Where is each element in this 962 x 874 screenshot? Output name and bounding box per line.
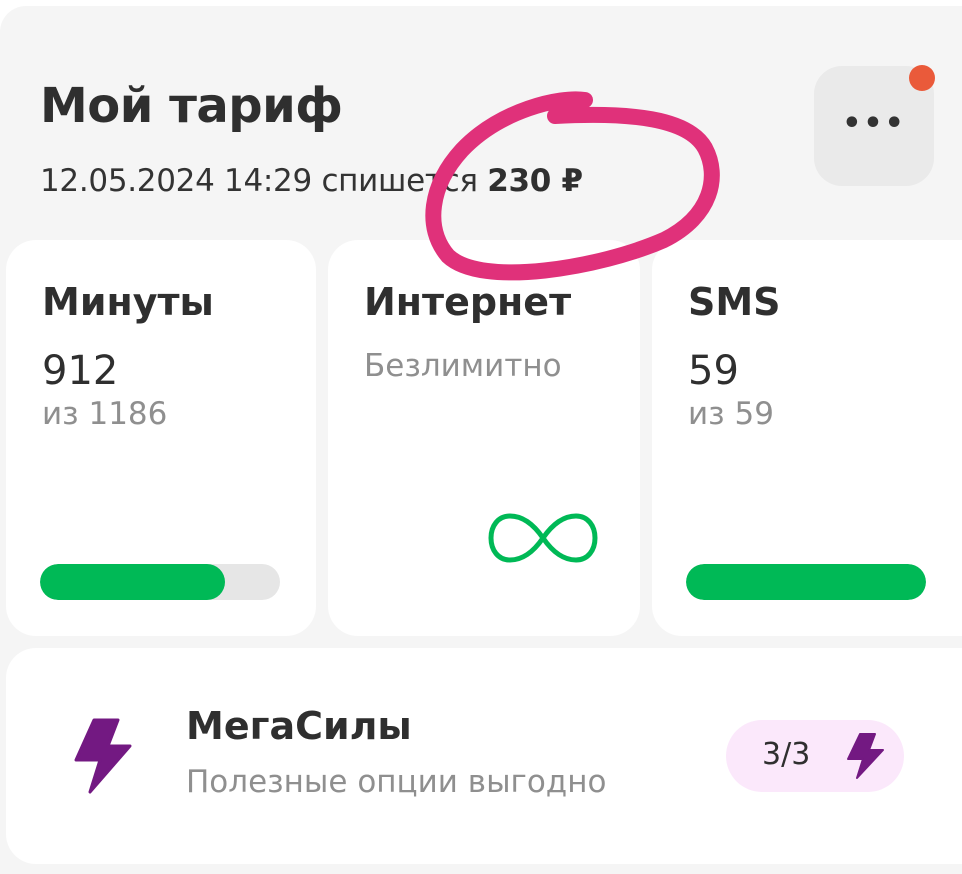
sms-title: SMS <box>688 280 781 324</box>
minutes-total: из 1186 <box>42 396 168 432</box>
megasily-subtitle: Полезные опции выгодно <box>186 764 607 800</box>
megasily-title: МегаСилы <box>186 704 412 748</box>
sms-total: из 59 <box>688 396 774 432</box>
minutes-card[interactable]: Минуты 912 из 1186 <box>6 240 316 636</box>
sms-progress-fill <box>686 564 926 600</box>
more-dots-icon: ••• <box>842 106 906 141</box>
lightning-small-icon <box>847 733 884 779</box>
minutes-progress-bar <box>40 564 280 600</box>
charge-date-text: 12.05.2024 14:29 спишется <box>40 163 478 199</box>
charge-info: 12.05.2024 14:29 спишется 230 ₽ <box>40 163 583 199</box>
charge-amount: 230 ₽ <box>487 163 583 199</box>
sms-value: 59 <box>688 348 739 394</box>
internet-card[interactable]: Интернет Безлимитно <box>328 240 640 636</box>
megasily-count: 3/3 <box>762 737 811 772</box>
megasily-badge[interactable]: 3/3 <box>726 720 904 792</box>
notification-dot <box>909 65 935 91</box>
page-title: Мой тариф <box>40 78 343 134</box>
lightning-icon <box>74 718 132 794</box>
megasily-card[interactable]: МегаСилы Полезные опции выгодно 3/3 <box>6 648 962 864</box>
internet-status: Безлимитно <box>364 348 562 384</box>
infinity-icon <box>488 513 598 563</box>
internet-title: Интернет <box>364 280 572 324</box>
minutes-progress-fill <box>40 564 225 600</box>
sms-card[interactable]: SMS 59 из 59 <box>652 240 962 636</box>
minutes-value: 912 <box>42 348 119 394</box>
sms-progress-bar <box>686 564 926 600</box>
minutes-title: Минуты <box>42 280 214 324</box>
